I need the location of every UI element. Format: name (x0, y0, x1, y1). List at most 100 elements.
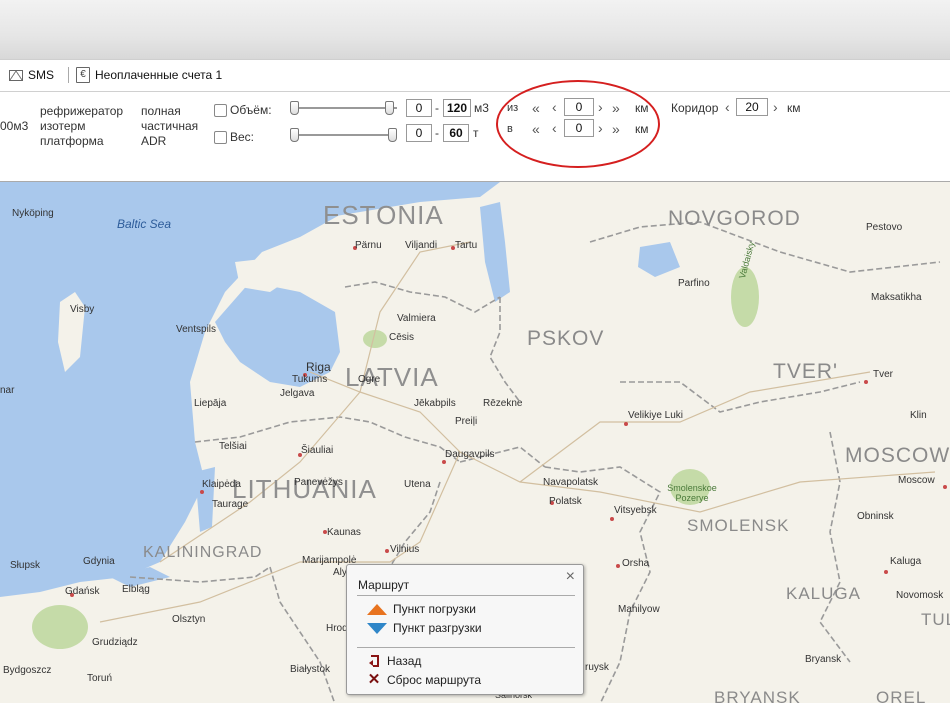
to-fast-forward-icon[interactable]: » (612, 122, 620, 136)
city-tver: Tver (873, 369, 893, 380)
weight-min-input[interactable]: 0 (406, 124, 432, 142)
load-type-adr[interactable]: ADR (141, 134, 166, 149)
map-label-pskov: PSKOV (527, 327, 605, 350)
from-radius-input[interactable]: 0 (564, 98, 594, 116)
load-type-full[interactable]: полная (141, 104, 181, 119)
unload-point-item[interactable]: Пункт разгрузки (367, 621, 482, 635)
city-babruysk: ruysk (585, 662, 609, 673)
city-siauliai: Šiauliai (301, 445, 334, 456)
park-smolenskoe-pozerye: Smolenskoe Pozerye (667, 483, 717, 503)
saaremaa-island (235, 257, 300, 292)
map-label-moscow-region: MOSCOW (845, 444, 950, 467)
volume-checkbox[interactable] (214, 104, 227, 117)
unload-point-label: Пункт разгрузки (393, 621, 482, 635)
map-label-kaluga: KALUGA (786, 584, 861, 603)
reset-x-icon: ✕ (367, 671, 381, 688)
weight-max-handle[interactable] (388, 128, 397, 142)
to-fast-back-icon[interactable]: « (532, 122, 540, 136)
weight-dash: - (435, 126, 439, 140)
city-gdynia: Gdynia (83, 556, 115, 567)
city-maksatikha: Maksatikha (871, 292, 922, 303)
city-nykoping: Nyköping (12, 208, 54, 219)
corridor-forward-icon[interactable]: › (773, 100, 778, 114)
city-dot-tver (864, 380, 868, 384)
body-type-refrigerator[interactable]: рефрижератор (40, 104, 123, 119)
reset-route-label: Сброс маршрута (387, 673, 482, 687)
body-type-isotherm[interactable]: изотерм (40, 119, 85, 134)
to-radius-input[interactable]: 0 (564, 119, 594, 137)
weight-min-handle[interactable] (290, 128, 299, 142)
city-cut: nar (0, 385, 15, 396)
map-label-novgorod: NOVGOROD (668, 207, 801, 230)
city-moscow: Moscow (898, 475, 935, 486)
poland-border (269, 566, 336, 703)
separator (68, 67, 69, 83)
city-polatsk: Polatsk (549, 496, 582, 507)
from-forward-icon[interactable]: › (598, 100, 603, 114)
close-icon[interactable]: × (566, 568, 575, 586)
reset-route-item[interactable]: ✕ Сброс маршрута (367, 671, 482, 688)
city-vitsyebsk: Vitsyebsk (614, 505, 657, 516)
weight-checkbox[interactable] (214, 131, 227, 144)
city-tukums: Tukums (292, 374, 328, 385)
road-5 (519, 371, 871, 483)
load-point-label: Пункт погрузки (393, 602, 477, 616)
to-back-icon[interactable]: ‹ (552, 121, 557, 135)
volume-max-handle[interactable] (385, 101, 394, 115)
latvia-russia-border (489, 297, 521, 403)
city-dot-vitsyebsk (610, 517, 614, 521)
city-preili: Preiļi (455, 416, 478, 427)
to-forward-icon[interactable]: › (598, 121, 603, 135)
map-label-kaliningrad: KALININGRAD (143, 544, 263, 561)
weight-slider[interactable] (290, 128, 397, 142)
volume-max-input[interactable]: 120 (443, 99, 471, 117)
city-dot-orsha (616, 564, 620, 568)
city-dot-kaluga (884, 570, 888, 574)
city-ventspils: Ventspils (176, 324, 217, 335)
volume-dash: - (435, 101, 439, 115)
city-velikiye-luki: Velikiye Luki (628, 410, 684, 421)
corridor-input[interactable]: 20 (736, 98, 768, 116)
load-point-item[interactable]: Пункт погрузки (367, 602, 476, 616)
map-label-tver: TVER' (773, 360, 839, 383)
forest-area (32, 605, 88, 649)
map-label-smolensk: SMOLENSK (687, 516, 790, 535)
sms-link[interactable]: SMS (9, 68, 54, 82)
city-valmiera: Valmiera (397, 313, 436, 324)
from-fast-back-icon[interactable]: « (532, 101, 540, 115)
city-dot-moscow (943, 485, 947, 489)
corridor-back-icon[interactable]: ‹ (725, 100, 730, 114)
map-label-estonia: ESTONIA (323, 200, 444, 230)
city-telsiai: Telšiai (219, 441, 247, 452)
cut-volume-text: 00м3 (0, 119, 29, 133)
pskov-tver-border (620, 381, 861, 413)
weight-slider-track (291, 134, 397, 136)
body-type-platform[interactable]: платформа (40, 134, 104, 149)
city-tartu: Tartu (455, 240, 478, 251)
lake-peipus-water (480, 202, 510, 302)
back-item[interactable]: Назад (367, 654, 421, 668)
city-parnu: Pärnu (355, 240, 382, 251)
load-type-partial[interactable]: частичная (141, 119, 198, 134)
popup-divider-top (357, 595, 575, 596)
volume-slider[interactable] (290, 101, 397, 115)
city-bialystok: Białystok (290, 664, 331, 675)
map-label-baltic-sea: Baltic Sea (117, 217, 172, 231)
from-fast-forward-icon[interactable]: » (612, 101, 620, 115)
city-cesis: Cēsis (389, 332, 415, 343)
unload-point-icon (367, 622, 387, 634)
city-obninsk: Obninsk (857, 511, 894, 522)
volume-min-input[interactable]: 0 (406, 99, 432, 117)
weight-label: Вес: (230, 130, 255, 144)
city-mahilyow: Mahilyow (618, 604, 660, 615)
volume-unit: м3 (474, 101, 489, 115)
to-label: в (507, 123, 513, 135)
city-liepaja: Liepāja (194, 398, 227, 409)
sms-label: SMS (28, 68, 55, 82)
from-back-icon[interactable]: ‹ (552, 100, 557, 114)
volume-slider-track (291, 107, 397, 109)
city-navapolatsk: Navapolatsk (543, 477, 599, 488)
unpaid-invoices-link[interactable]: € Неоплаченные счета 1 (68, 67, 222, 83)
weight-max-input[interactable]: 60 (443, 124, 469, 142)
volume-min-handle[interactable] (290, 101, 299, 115)
